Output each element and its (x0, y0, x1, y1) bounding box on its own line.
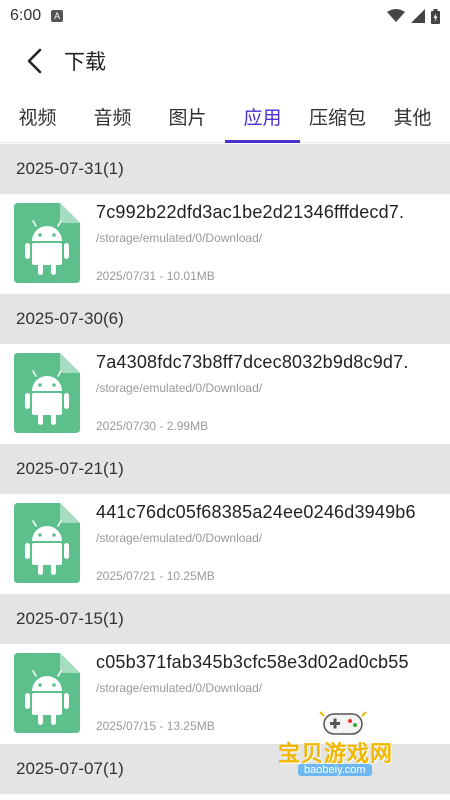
android-apk-file-icon (14, 353, 80, 433)
file-date-size: 2025/07/31 - 10.01MB (96, 269, 215, 283)
list-item[interactable]: 7c992b22dfd3ac1be2d21346fffdecd7. /stora… (0, 194, 450, 294)
site-watermark: 宝贝游戏网 baobeiy.com (270, 708, 420, 784)
file-name: 441c76dc05f68385a24ee0246d3949b6 (96, 502, 416, 522)
gamepad-icon (319, 711, 367, 735)
list-item[interactable]: 441c76dc05f68385a24ee0246d3949b6 /storag… (0, 494, 450, 594)
list-item[interactable]: 7a4308fdc73b8ff7dcec8032b9d8c9d7. /stora… (0, 344, 450, 444)
file-date-size: 2025/07/21 - 10.25MB (96, 569, 215, 583)
android-apk-file-icon (14, 503, 80, 583)
download-list: 2025-07-31(1) 7c992b22dfd3ac1be2d21346ff… (0, 144, 450, 794)
tab-other[interactable]: 其他 (375, 90, 450, 142)
file-path: /storage/emulated/0/Download/ (96, 231, 263, 245)
page-title: 下载 (64, 51, 106, 74)
file-path: /storage/emulated/0/Download/ (96, 381, 263, 395)
category-tabs: 视频 音频 图片 应用 压缩包 其他 (0, 90, 450, 143)
wifi-icon (387, 9, 405, 22)
tab-audio[interactable]: 音频 (75, 90, 150, 142)
date-group-header: 2025-07-21(1) (0, 444, 450, 494)
watermark-url: baobeiy.com (298, 764, 372, 776)
file-name: c05b371fab345b3cfc58e3d02ad0cb55 (96, 652, 409, 672)
date-group-header: 2025-07-31(1) (0, 144, 450, 194)
file-path: /storage/emulated/0/Download/ (96, 531, 263, 545)
tab-images[interactable]: 图片 (150, 90, 225, 142)
app-bar: 下载 (0, 32, 450, 90)
back-button[interactable] (20, 47, 48, 75)
tab-archives[interactable]: 压缩包 (300, 90, 375, 142)
file-path: /storage/emulated/0/Download/ (96, 681, 263, 695)
file-name: 7c992b22dfd3ac1be2d21346fffdecd7. (96, 202, 405, 222)
file-name: 7a4308fdc73b8ff7dcec8032b9d8c9d7. (96, 352, 409, 372)
date-group-header: 2025-07-15(1) (0, 594, 450, 644)
tab-apps[interactable]: 应用 (225, 90, 300, 143)
date-group-header: 2025-07-30(6) (0, 294, 450, 344)
status-time: 6:00 (10, 7, 42, 24)
android-apk-file-icon (14, 203, 80, 283)
chevron-left-icon (27, 48, 42, 74)
file-date-size: 2025/07/30 - 2.99MB (96, 419, 209, 433)
status-bar: 6:00 A (0, 0, 450, 32)
notification-app-icon: A (51, 10, 64, 22)
battery-icon (431, 8, 440, 24)
cellular-signal-icon (411, 9, 425, 23)
tab-video[interactable]: 视频 (0, 90, 75, 142)
status-icons (387, 8, 440, 24)
android-apk-file-icon (14, 653, 80, 733)
